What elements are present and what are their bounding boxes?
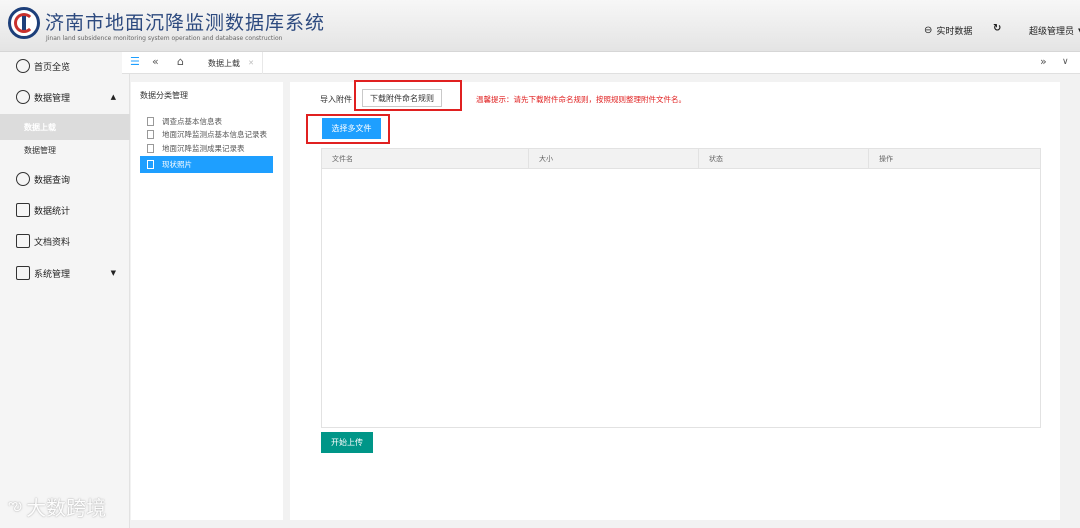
file-icon <box>147 117 154 126</box>
sidebar-item-label: 首页全览 <box>34 62 71 73</box>
close-icon[interactable]: ✕ <box>248 59 254 67</box>
document-icon <box>16 234 30 248</box>
column-header: 操作 <box>868 149 1040 169</box>
scroll-right-icon[interactable]: » <box>1040 55 1047 68</box>
home-icon <box>16 59 30 73</box>
query-icon <box>16 172 30 186</box>
tab-label: 数据上载 <box>208 58 240 68</box>
file-table-header: 文件名 大小 状态 操作 <box>322 149 1040 169</box>
watermark-logo-icon: ఌ <box>8 495 23 514</box>
category-item-label: 地面沉降监测成果记录表 <box>162 144 245 153</box>
statistics-icon <box>16 203 30 217</box>
chevron-down-icon[interactable]: ∨ <box>1062 57 1069 67</box>
sidebar-item-label: 数据统计 <box>34 206 71 217</box>
watermark: ఌ 大数跨境 <box>8 492 106 521</box>
category-panel-title: 数据分类管理 <box>140 91 188 100</box>
sidebar-subitem-data-manage[interactable]: 数据管理 <box>0 137 130 163</box>
app-title: 济南市地面沉降监测数据库系统 <box>45 12 326 34</box>
start-upload-button[interactable]: 开始上传 <box>321 432 373 453</box>
scroll-left-icon[interactable]: « <box>152 55 159 68</box>
upload-panel: 导入附件 下载附件命名规则 温馨提示：请先下载附件命名规则，按照规则整理附件文件… <box>290 80 1060 520</box>
caret-up-icon: ▲ <box>110 93 116 101</box>
warm-tip: 温馨提示：请先下载附件命名规则，按照规则整理附件文件名。 <box>476 95 686 104</box>
sidebar-item-statistics[interactable]: 数据统计 <box>0 197 130 223</box>
data-management-icon <box>16 90 30 104</box>
caret-down-icon: ▼ <box>110 269 116 277</box>
category-item-label: 现状照片 <box>162 160 192 169</box>
column-header: 大小 <box>528 149 698 169</box>
watermark-text: 大数跨境 <box>26 496 107 520</box>
realtime-label: 实时数据 <box>936 27 973 37</box>
sidebar-item-label: 数据查询 <box>34 175 71 186</box>
category-item[interactable]: 地面沉降监测点基本信息记录表 <box>140 128 273 141</box>
sidebar-item-documents[interactable]: 文档资料 <box>0 228 130 254</box>
sidebar-item-data-management[interactable]: 数据管理 ▲ <box>0 84 130 110</box>
menu-toggle-icon[interactable]: ☰ <box>130 55 140 68</box>
sidebar-item-label: 系统管理 <box>34 269 71 280</box>
app-logo <box>8 7 40 39</box>
sidebar-item-home[interactable]: 首页全览 <box>0 53 130 79</box>
file-icon <box>147 130 154 139</box>
sidebar-item-system[interactable]: 系统管理 ▼ <box>0 260 130 286</box>
user-menu[interactable]: 超级管理员 ▼ <box>1029 24 1080 38</box>
category-item[interactable]: 地面沉降监测成果记录表 <box>140 142 273 155</box>
download-naming-rules-button[interactable]: 下载附件命名规则 <box>362 89 442 107</box>
refresh-button[interactable]: ↻ <box>993 24 1001 34</box>
tab-bar: ☰ « ⌂ 数据上载 ✕ » ∨ <box>122 52 1080 74</box>
refresh-icon: ↻ <box>993 23 1002 34</box>
import-label: 导入附件 <box>320 95 352 104</box>
user-label: 超级管理员 <box>1029 27 1075 37</box>
file-icon <box>147 160 154 169</box>
column-header: 状态 <box>698 149 868 169</box>
category-item-label: 调查点基本信息表 <box>162 117 222 126</box>
system-icon <box>16 266 30 280</box>
realtime-icon: ⊖ <box>924 24 933 36</box>
select-files-button[interactable]: 选择多文件 <box>322 118 381 139</box>
category-item-active[interactable]: 现状照片 <box>140 156 273 173</box>
category-item-label: 地面沉降监测点基本信息记录表 <box>162 130 267 139</box>
sidebar-item-query[interactable]: 数据查询 <box>0 166 130 192</box>
home-tab-icon[interactable]: ⌂ <box>177 55 184 68</box>
tab-data-upload[interactable]: 数据上载 ✕ <box>198 52 263 74</box>
app-subtitle: Jinan land subsidence monitoring system … <box>46 35 283 42</box>
realtime-data-link[interactable]: ⊖ 实时数据 <box>924 24 972 37</box>
sidebar-item-label: 数据管理 <box>34 93 71 104</box>
column-header: 文件名 <box>332 155 353 163</box>
category-panel: 数据分类管理 调查点基本信息表 地面沉降监测点基本信息记录表 地面沉降监测成果记… <box>131 82 283 520</box>
file-icon <box>147 144 154 153</box>
category-item[interactable]: 调查点基本信息表 <box>140 115 273 128</box>
file-table: 文件名 大小 状态 操作 <box>321 148 1041 428</box>
sidebar-item-label: 文档资料 <box>34 237 71 248</box>
sidebar: 首页全览 数据管理 ▲ 数据上载 数据管理 数据查询 数据统计 文档资料 系统管… <box>0 52 130 528</box>
app-header: 济南市地面沉降监测数据库系统 Jinan land subsidence mon… <box>0 0 1080 52</box>
